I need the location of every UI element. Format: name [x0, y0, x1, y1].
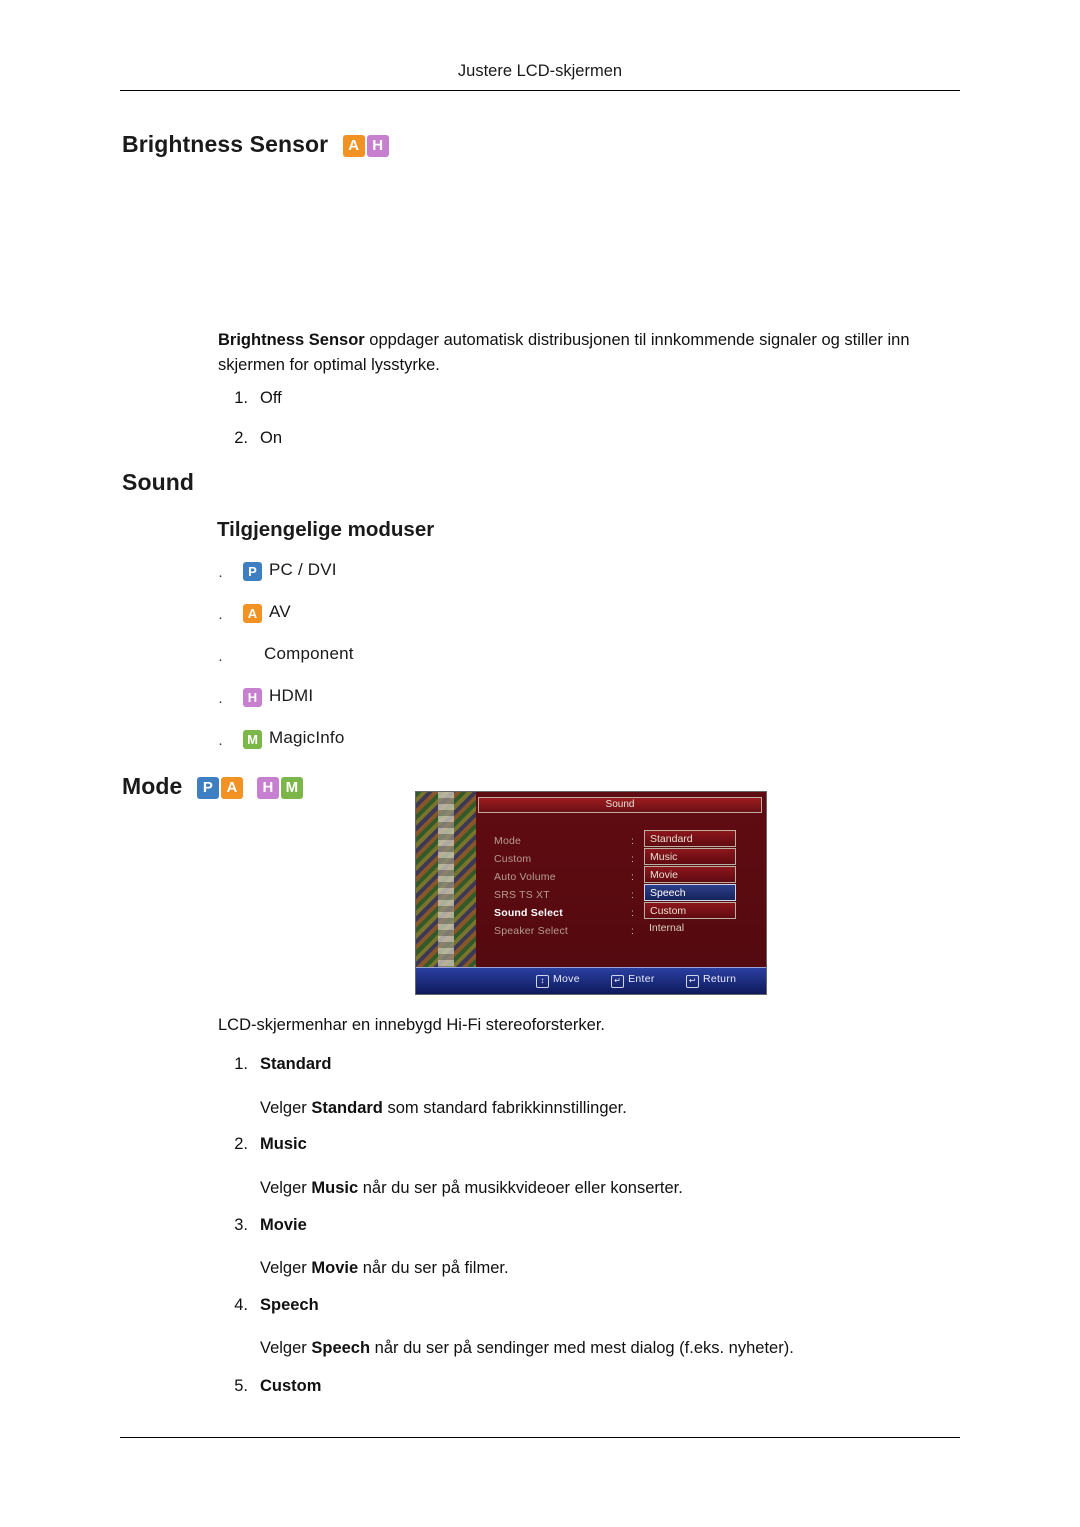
paragraph-brightness-sensor-lead: Brightness Sensor [218, 331, 365, 349]
list-item-index: 3. [234, 1216, 248, 1234]
osd-title: Sound [605, 799, 635, 810]
list-item-label: Off [260, 389, 282, 407]
badge-hdmi-icon: H [366, 135, 389, 157]
osd-value-standard[interactable]: Standard [644, 830, 736, 847]
osd-footer-move-label: Move [553, 973, 580, 985]
desc-bold: Standard [311, 1099, 383, 1117]
bullet-dot-icon: · [218, 651, 223, 668]
badge-av-icon: A [220, 777, 243, 799]
desc-pre: Velger [260, 1179, 312, 1197]
list-item-label: PC / DVI [269, 560, 337, 579]
badge-av-icon: A [342, 135, 365, 157]
list-item-label: Speech [260, 1296, 319, 1314]
badge-pc-icon: P [196, 777, 219, 799]
list-brightness-sensor-options: 1. Off 2. On [218, 389, 618, 469]
osd-colon-column: :::::: [631, 835, 634, 937]
list-item: 1. Off [218, 389, 618, 429]
badge-magicinfo-icon: M [280, 777, 303, 799]
osd-menu-item-speaker-select[interactable]: Speaker Select [494, 922, 654, 940]
list-item-index: 4. [234, 1296, 248, 1314]
osd-footer-enter-label: Enter [628, 973, 655, 985]
desc-post: når du ser på musikkvideoer eller konser… [358, 1179, 683, 1197]
list-item-index: 1. [234, 389, 248, 407]
desc-bold: Movie [311, 1259, 359, 1277]
return-icon: ↩ [685, 975, 699, 988]
move-icon: ↕ [536, 975, 549, 988]
list-item-index: 2. [234, 1135, 248, 1153]
badge-hdmi-icon: H [243, 688, 262, 707]
list-item-label: Component [264, 644, 354, 663]
desc-bold: Music [311, 1179, 359, 1197]
list-item: 2. On [218, 429, 618, 469]
desc-post: når du ser på filmer. [358, 1259, 509, 1277]
list-item-label: On [260, 429, 283, 447]
enter-icon: ↵ [611, 975, 625, 988]
list-item-label: Music [260, 1135, 307, 1153]
osd-footer-move: ↕ Move [536, 973, 580, 988]
list-item-label: Movie [260, 1216, 307, 1234]
heading-mode: Mode PAHM [122, 773, 303, 800]
footer-divider [120, 1437, 960, 1438]
page-header-title: Justere LCD-skjermen [457, 62, 623, 80]
desc-pre: Velger [260, 1259, 312, 1277]
osd-value-list: Standard Music Movie Speech Custom Inter… [644, 830, 736, 938]
list-item-label: Custom [260, 1377, 322, 1395]
list-item-label: Standard [260, 1055, 332, 1073]
osd-menu-item-sound-select[interactable]: Sound Select [494, 904, 654, 922]
paragraph-brightness-sensor: Brightness Sensor oppdager automatisk di… [218, 328, 948, 378]
heading-brightness-sensor-text: Brightness Sensor [122, 131, 329, 157]
osd-menu-item-srs-ts-xt[interactable]: SRS TS XT [494, 886, 654, 904]
desc-pre: Velger [260, 1099, 312, 1117]
paragraph-mode-speech: Velger Speech når du ser på sendinger me… [260, 1336, 950, 1361]
desc-pre: Velger [260, 1339, 312, 1357]
desc-bold: Speech [311, 1339, 371, 1357]
paragraph-mode-movie: Velger Movie når du ser på filmer. [260, 1256, 950, 1281]
osd-menu-list: Mode Custom Auto Volume SRS TS XT Sound … [494, 832, 654, 940]
osd-menu-item-auto-volume[interactable]: Auto Volume [494, 868, 654, 886]
osd-menu-item-custom[interactable]: Custom [494, 850, 654, 868]
heading-brightness-sensor: Brightness Sensor AH [122, 131, 389, 158]
heading-sound: Sound [122, 469, 195, 495]
desc-post: som standard fabrikkinnstillinger. [382, 1099, 627, 1117]
bullet-dot-icon: · [218, 735, 223, 752]
list-item-index: 5. [234, 1377, 248, 1395]
list-item-index: 2. [234, 429, 248, 447]
bullet-dot-icon: · [218, 567, 223, 584]
osd-value-speech[interactable]: Speech [644, 884, 736, 901]
document-page: Justere LCD-skjermen Brightness Sensor A… [0, 0, 1080, 1527]
paragraph-mode-standard: Velger Standard som standard fabrikkinns… [260, 1096, 950, 1121]
list-item-label: AV [269, 602, 291, 621]
osd-value-music[interactable]: Music [644, 848, 736, 865]
osd-video-strip-secondary [438, 792, 454, 994]
bullet-dot-icon: · [218, 693, 223, 710]
osd-footer-enter: ↵ Enter [611, 973, 655, 988]
osd-footer-return-label: Return [702, 973, 737, 985]
header-divider [120, 90, 960, 91]
osd-footer-return: ↩ Return [685, 973, 737, 988]
badge-hdmi-icon: H [256, 777, 279, 799]
osd-value-movie[interactable]: Movie [644, 866, 736, 883]
desc-post: når du ser på sendinger med mest dialog … [370, 1339, 794, 1357]
heading-available-modes: Tilgjengelige moduser [217, 518, 435, 541]
list-item-index: 1. [234, 1055, 248, 1073]
osd-value-internal: Internal [649, 922, 685, 934]
list-item-label: HDMI [269, 686, 314, 705]
osd-screenshot: Sound Mode Custom Auto Volume SRS TS XT … [415, 791, 767, 995]
osd-value-custom[interactable]: Custom [644, 902, 736, 919]
list-item-label: MagicInfo [269, 728, 345, 747]
paragraph-mode-description: LCD-skjermenhar en innebygd Hi-Fi stereo… [218, 1016, 605, 1034]
osd-menu-item-mode[interactable]: Mode [494, 832, 654, 850]
badge-pc-icon: P [243, 562, 262, 581]
osd-footer-bar: ↕ Move ↵ Enter ↩ Return [416, 967, 766, 994]
heading-mode-text: Mode [122, 773, 183, 799]
paragraph-mode-music: Velger Music når du ser på musikkvideoer… [260, 1176, 950, 1201]
bullet-dot-icon: · [218, 609, 223, 626]
badge-av-icon: A [243, 604, 262, 623]
osd-title-bar: Sound [478, 797, 762, 813]
badge-magicinfo-icon: M [243, 730, 262, 749]
